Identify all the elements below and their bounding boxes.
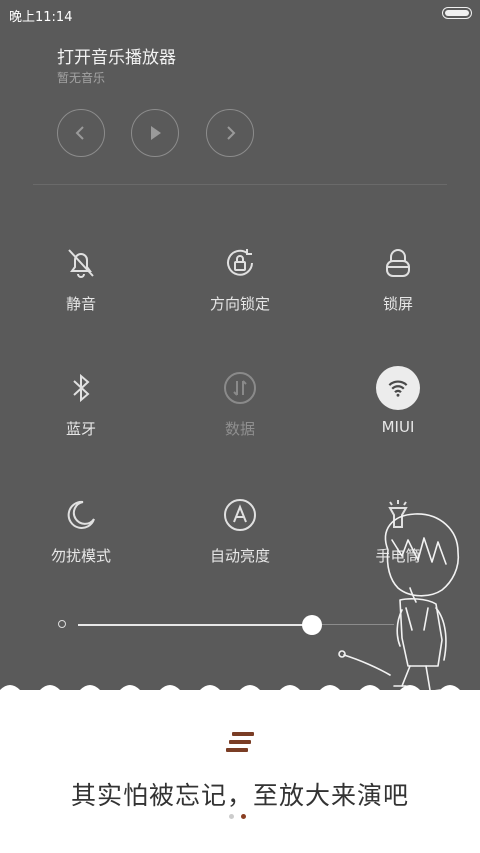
toggle-mute[interactable]: 静音 bbox=[21, 243, 141, 333]
toggle-wifi[interactable]: MIUI bbox=[338, 366, 458, 456]
toggle-label: 自动亮度 bbox=[209, 547, 270, 565]
mobile-data-icon bbox=[220, 368, 260, 408]
boy-illustration bbox=[338, 513, 460, 693]
toggle-label: 蓝牙 bbox=[65, 420, 96, 438]
pager-dot-active[interactable] bbox=[241, 814, 246, 819]
status-bar: 晚上11:14 bbox=[0, 0, 480, 28]
toggle-mobile-data[interactable]: 数据 bbox=[180, 368, 300, 458]
toggle-auto-brightness[interactable]: 自动亮度 bbox=[180, 495, 300, 585]
toggle-label: 方向锁定 bbox=[209, 295, 270, 313]
toggle-label: 数据 bbox=[224, 420, 255, 438]
wave-edge bbox=[0, 685, 480, 700]
chevron-right-icon bbox=[227, 126, 236, 140]
brightness-track-fill bbox=[78, 624, 312, 626]
toggle-lock-screen[interactable]: 锁屏 bbox=[338, 243, 458, 333]
brand-logo-icon bbox=[226, 732, 254, 754]
next-track-button[interactable] bbox=[206, 109, 254, 157]
play-button[interactable] bbox=[131, 109, 179, 157]
auto-brightness-icon bbox=[220, 495, 260, 535]
lock-icon bbox=[378, 243, 418, 283]
wifi-icon bbox=[376, 366, 420, 410]
toggle-label: 静音 bbox=[65, 295, 96, 313]
brightness-slider-thumb[interactable] bbox=[301, 615, 322, 635]
banner-slogan: 其实怕被忘记，至放大来演吧 bbox=[70, 781, 409, 810]
toggle-bluetooth[interactable]: 蓝牙 bbox=[21, 368, 141, 458]
toggle-do-not-disturb[interactable]: 勿扰模式 bbox=[21, 495, 141, 585]
music-subtitle: 暂无音乐 bbox=[57, 71, 106, 85]
pager-dot[interactable] bbox=[229, 814, 234, 819]
play-icon bbox=[151, 126, 161, 140]
toggle-label: MIUI bbox=[381, 418, 415, 436]
bell-off-icon bbox=[61, 243, 101, 283]
rotation-lock-icon bbox=[220, 243, 260, 283]
previous-track-button[interactable] bbox=[57, 109, 105, 157]
status-time: 晚上11:14 bbox=[9, 10, 73, 25]
music-player-title[interactable]: 打开音乐播放器 bbox=[57, 43, 176, 68]
moon-icon bbox=[61, 495, 101, 535]
battery-icon bbox=[442, 7, 472, 19]
toggle-rotation-lock[interactable]: 方向锁定 bbox=[180, 243, 300, 333]
bluetooth-icon bbox=[61, 368, 101, 408]
toggle-label: 勿扰模式 bbox=[50, 547, 111, 565]
brightness-low-icon bbox=[58, 620, 66, 628]
chevron-left-icon bbox=[75, 126, 84, 140]
banner-pager[interactable] bbox=[229, 814, 249, 820]
promo-banner: 其实怕被忘记，至放大来演吧 bbox=[0, 685, 480, 853]
toggle-label: 锁屏 bbox=[382, 295, 413, 313]
section-divider bbox=[33, 184, 447, 185]
